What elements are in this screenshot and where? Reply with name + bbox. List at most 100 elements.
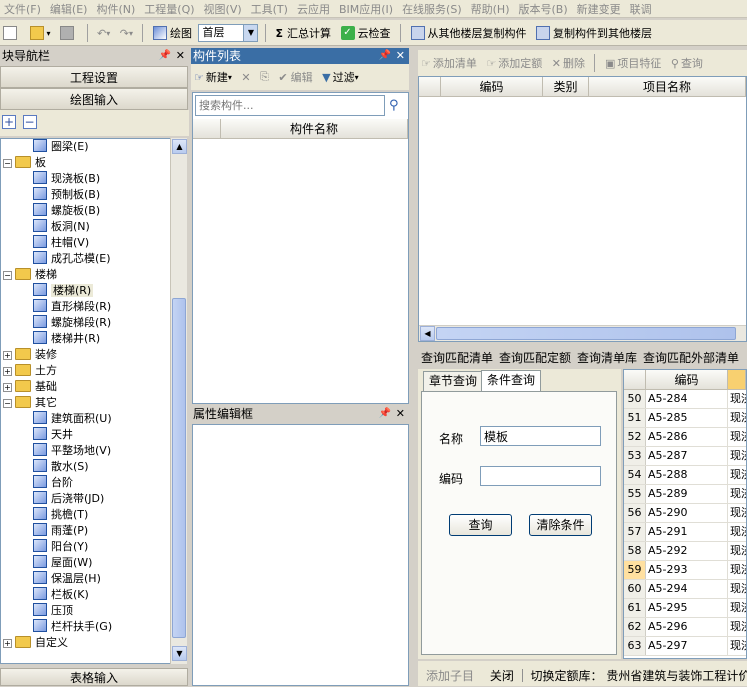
- new-file-button[interactable]: [0, 22, 23, 44]
- tree-item[interactable]: 台阶: [1, 475, 171, 491]
- open-file-button[interactable]: ▾: [27, 22, 54, 44]
- tree-item[interactable]: 螺旋梯段(R): [1, 315, 171, 331]
- close-icon[interactable]: ✕: [176, 48, 185, 64]
- scroll-up-icon[interactable]: ▲: [172, 139, 187, 154]
- tree-item[interactable]: − 其它: [1, 395, 171, 411]
- horizontal-scrollbar[interactable]: ◀: [419, 325, 746, 341]
- edit-component-button[interactable]: ✔ 编辑: [275, 66, 315, 88]
- menu-item[interactable]: 文件(F): [0, 0, 46, 17]
- expand-icon[interactable]: +: [3, 351, 12, 360]
- query-link[interactable]: 查询清单库: [577, 349, 637, 366]
- code-input[interactable]: [480, 466, 601, 486]
- tree-item[interactable]: 板洞(N): [1, 219, 171, 235]
- expand-all-icon[interactable]: +: [2, 115, 16, 129]
- tree-item[interactable]: 楼梯(R): [1, 283, 171, 299]
- menu-item[interactable]: 编辑(E): [46, 0, 93, 17]
- quota-library-select[interactable]: 贵州省建筑与装饰工程计价定: [606, 669, 747, 683]
- tree-item[interactable]: − 楼梯: [1, 267, 171, 283]
- close-button[interactable]: 关闭: [490, 669, 514, 683]
- expand-icon[interactable]: +: [3, 639, 12, 648]
- tree-item[interactable]: 后浇带(JD): [1, 491, 171, 507]
- table-input-button[interactable]: 表格输入: [0, 668, 188, 686]
- close-icon[interactable]: ✕: [396, 48, 405, 64]
- tree-item[interactable]: 建筑面积(U): [1, 411, 171, 427]
- tree-item[interactable]: 挑檐(T): [1, 507, 171, 523]
- table-row[interactable]: 58A5-292现浇: [624, 542, 746, 561]
- tree-item[interactable]: + 土方: [1, 363, 171, 379]
- menu-item[interactable]: 新建变更: [573, 0, 626, 17]
- results-type-header[interactable]: [728, 370, 746, 390]
- tree-item[interactable]: + 基础: [1, 379, 171, 395]
- table-row[interactable]: 50A5-284现浇: [624, 390, 746, 409]
- collapse-icon[interactable]: −: [3, 271, 12, 280]
- query-link[interactable]: 查询匹配定额: [499, 349, 571, 366]
- tree-item[interactable]: 屋面(W): [1, 555, 171, 571]
- menu-item[interactable]: BIM应用(I): [335, 0, 398, 17]
- tree-item[interactable]: − 板: [1, 155, 171, 171]
- search-icon[interactable]: ⚲: [389, 98, 399, 113]
- query-button[interactable]: ⚲ 查询: [668, 52, 706, 74]
- tree-item[interactable]: 成孔芯模(E): [1, 251, 171, 267]
- table-row[interactable]: 53A5-287现浇: [624, 447, 746, 466]
- scroll-thumb[interactable]: [436, 327, 736, 340]
- tree-item[interactable]: 保温层(H): [1, 571, 171, 587]
- pin-icon[interactable]: 📌: [379, 406, 391, 422]
- menu-item[interactable]: 构件(N): [92, 0, 140, 17]
- tree-scrollbar[interactable]: ▲ ▼: [170, 138, 187, 664]
- add-list-button[interactable]: ☞ 添加清单: [418, 52, 480, 74]
- component-name-header[interactable]: 构件名称: [221, 119, 408, 139]
- menu-item[interactable]: 工程量(Q): [140, 0, 199, 17]
- menu-item[interactable]: 帮助(H): [467, 0, 515, 17]
- expand-icon[interactable]: +: [3, 383, 12, 392]
- tree-item[interactable]: 阳台(Y): [1, 539, 171, 555]
- table-row[interactable]: 62A5-296现浇: [624, 618, 746, 637]
- table-row[interactable]: 60A5-294现浇: [624, 580, 746, 599]
- query-link[interactable]: 查询匹配外部清单: [643, 349, 739, 366]
- floor-select[interactable]: 首层 ▼: [198, 24, 259, 42]
- draw-button[interactable]: 绘图: [150, 22, 195, 44]
- tree-item[interactable]: 柱帽(V): [1, 235, 171, 251]
- clear-conditions-button[interactable]: 清除条件: [529, 514, 592, 536]
- tree-item[interactable]: 雨蓬(P): [1, 523, 171, 539]
- table-row[interactable]: 54A5-288现浇: [624, 466, 746, 485]
- table-row[interactable]: 55A5-289现浇: [624, 485, 746, 504]
- tab-condition-query[interactable]: 条件查询: [481, 370, 542, 391]
- search-button[interactable]: 查询: [449, 514, 512, 536]
- query-link[interactable]: 查询匹配清单: [421, 349, 493, 366]
- redo-button[interactable]: ↷ ▾: [117, 22, 136, 44]
- table-row[interactable]: 51A5-285现浇: [624, 409, 746, 428]
- copy-from-floor-button[interactable]: 从其他楼层复制构件: [408, 22, 530, 44]
- tree-item[interactable]: + 自定义: [1, 635, 171, 651]
- collapse-icon[interactable]: −: [3, 399, 12, 408]
- scroll-thumb[interactable]: [172, 298, 186, 638]
- tree-item[interactable]: 直形梯段(R): [1, 299, 171, 315]
- name-input[interactable]: [480, 426, 601, 446]
- table-row[interactable]: 63A5-297现浇: [624, 637, 746, 656]
- tree-item[interactable]: 栏板(K): [1, 587, 171, 603]
- close-icon[interactable]: ✕: [396, 406, 405, 422]
- new-component-button[interactable]: ☞ 新建 ▾: [191, 66, 235, 88]
- tree-item[interactable]: 天井: [1, 427, 171, 443]
- filter-button[interactable]: ▼ 过滤 ▾: [319, 66, 361, 88]
- pin-icon[interactable]: 📌: [159, 48, 171, 64]
- tree-item[interactable]: 压顶: [1, 603, 171, 619]
- table-row[interactable]: 56A5-290现浇: [624, 504, 746, 523]
- tree-item[interactable]: 预制板(B): [1, 187, 171, 203]
- add-child-button[interactable]: 添加子目: [426, 669, 474, 683]
- sum-calc-button[interactable]: Σ 汇总计算: [272, 22, 334, 44]
- table-row[interactable]: 59A5-293现浇: [624, 561, 746, 580]
- scroll-down-icon[interactable]: ▼: [172, 646, 187, 661]
- tree-item[interactable]: 栏杆扶手(G): [1, 619, 171, 635]
- tree-item[interactable]: 楼梯井(R): [1, 331, 171, 347]
- pin-icon[interactable]: 📌: [379, 48, 391, 64]
- tree-item[interactable]: 螺旋板(B): [1, 203, 171, 219]
- collapse-icon[interactable]: −: [3, 159, 12, 168]
- add-quota-button[interactable]: ☞ 添加定额: [483, 52, 545, 74]
- component-search-input[interactable]: [195, 95, 385, 116]
- results-code-header[interactable]: 编码: [646, 370, 728, 390]
- table-row[interactable]: 57A5-291现浇: [624, 523, 746, 542]
- project-settings-button[interactable]: 工程设置: [0, 66, 188, 88]
- expand-icon[interactable]: +: [3, 367, 12, 376]
- tree-item[interactable]: 散水(S): [1, 459, 171, 475]
- cloud-check-button[interactable]: ✓ 云检查: [338, 22, 394, 44]
